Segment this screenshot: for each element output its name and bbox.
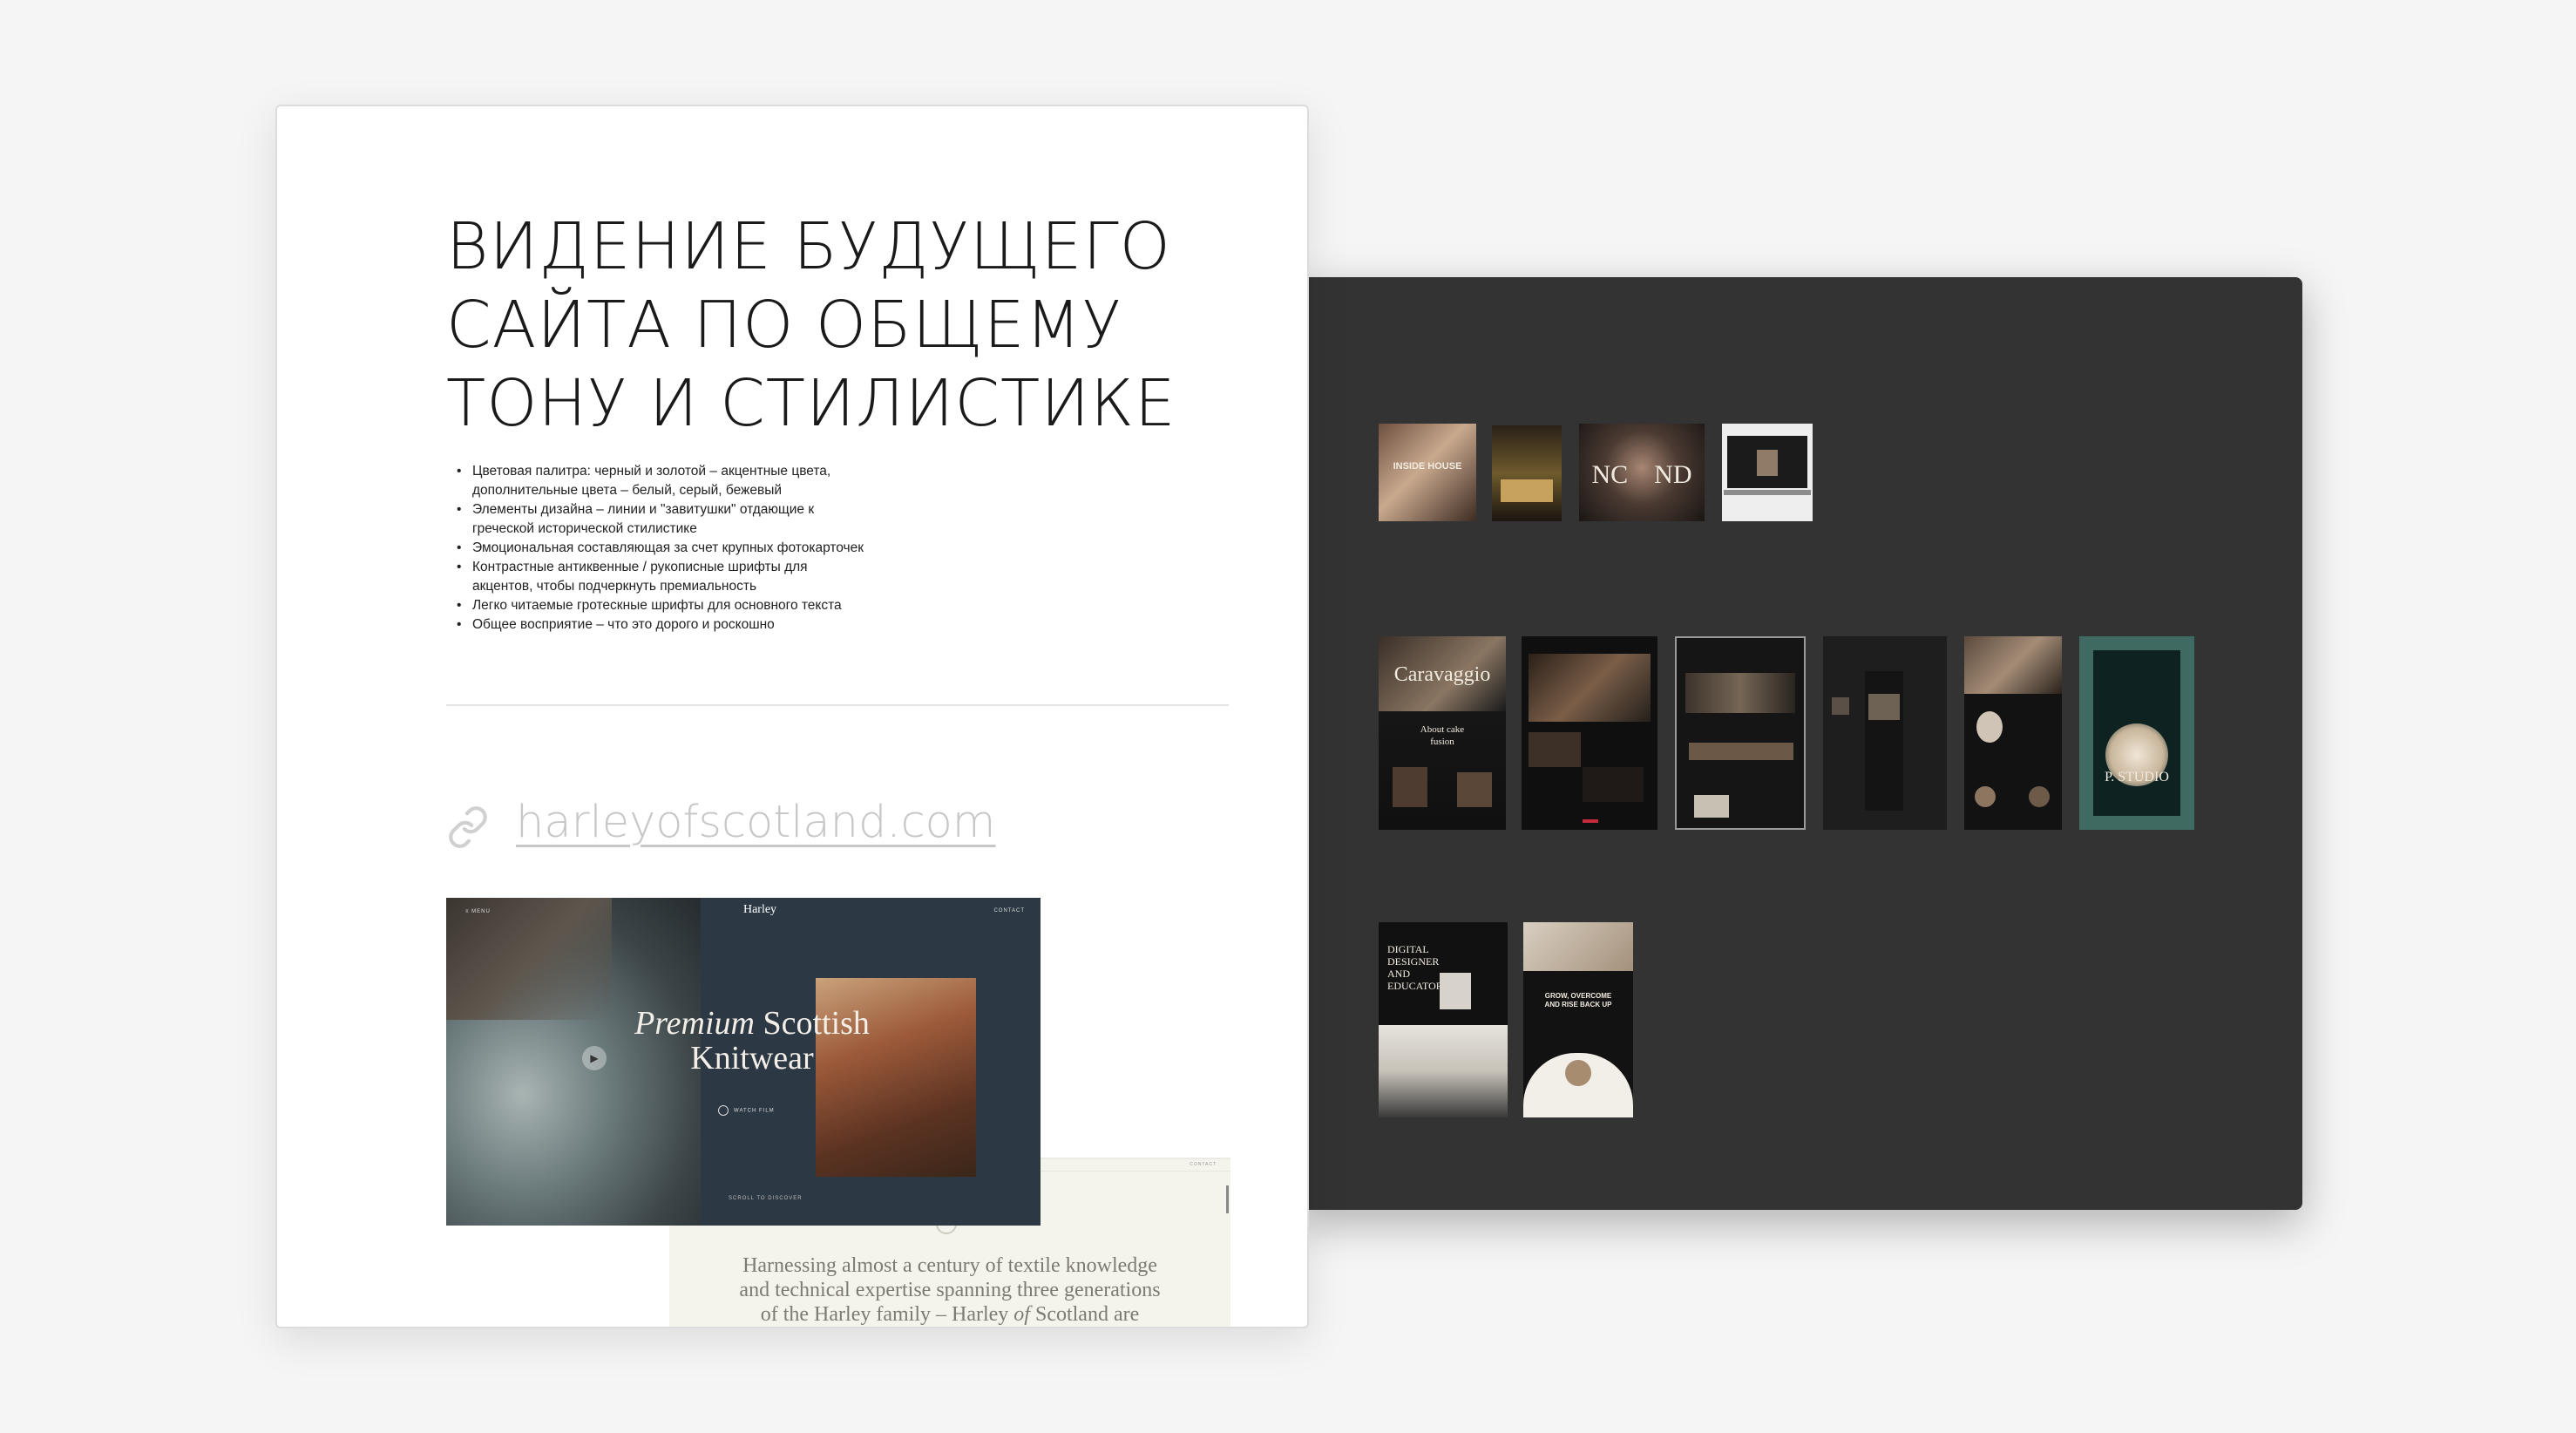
thumb-caption: INSIDE HOUSE — [1393, 461, 1462, 472]
style-guidelines-list: Цветовая палитра: черный и золотой – акц… — [451, 462, 939, 635]
thumb-caption: GROW, OVERCOME AND RISE BACK UP — [1544, 992, 1612, 1009]
document-card: ВИДЕНИЕ БУДУЩЕГО САЙТА ПО ОБЩЕМУ ТОНУ И … — [275, 105, 1309, 1328]
moodboard-thumb-nc-nd[interactable]: NC ND — [1579, 424, 1705, 521]
list-item: Общее восприятие – что это дорого и роск… — [451, 615, 939, 635]
title-line: ТОНУ И СТИЛИСТИКЕ — [446, 366, 1176, 441]
moodboard-panel: INSIDE HOUSE NC ND Caravaggio About cake… — [1298, 277, 2302, 1210]
rock-photo — [446, 898, 612, 1020]
title-line: САЙТА ПО ОБЩЕМУ — [446, 288, 1122, 363]
list-item: Контрастные антиквенные / рукописные шри… — [451, 558, 939, 577]
page-title: ВИДЕНИЕ БУДУЩЕГО САЙТА ПО ОБЩЕМУ ТОНУ И … — [446, 207, 1230, 443]
moodboard-thumb-dark-site-4[interactable] — [1964, 636, 2062, 830]
scrollbar — [1226, 1185, 1229, 1213]
reference-site-link[interactable]: harleyofscotland.com — [516, 797, 996, 848]
watch-film: WATCH FILM — [718, 1105, 775, 1116]
watch-label: WATCH FILM — [734, 1108, 775, 1114]
headline-line2: Knitwear — [690, 1040, 814, 1076]
list-item: Эмоциональная составляющая за счет крупн… — [451, 539, 939, 558]
headline-italic: Premium — [634, 1005, 755, 1042]
thumb-caption: P. STUDIO — [2105, 770, 2169, 784]
scroll-label: SCROLL TO DISCOVER — [729, 1196, 803, 1201]
moodboard-thumb-caravaggio[interactable]: Caravaggio About cake fusion — [1379, 636, 1506, 830]
moodboard-thumb-inside-house[interactable]: INSIDE HOUSE — [1379, 424, 1476, 521]
contact-label: CONTACT — [993, 908, 1025, 913]
list-item-continuation: греческой исторической стилистике — [472, 521, 697, 536]
contact-label: CONTACT — [1190, 1162, 1217, 1167]
menu-label: ≡ MENU — [465, 909, 491, 914]
about-text: Harnessing almost a century of textile k… — [704, 1253, 1196, 1327]
brand-logo: Harley — [742, 903, 777, 916]
about-italic: of — [1013, 1303, 1030, 1326]
thumb-caption: Caravaggio — [1393, 663, 1491, 686]
moodboard-thumb-dark-site-1[interactable] — [1522, 636, 1657, 830]
moodboard-thumb-rabbit[interactable] — [1492, 425, 1562, 521]
about-line: Harnessing almost a century of textile k… — [742, 1254, 1157, 1277]
moodboard-thumb-grow[interactable]: GROW, OVERCOME AND RISE BACK UP — [1523, 922, 1633, 1117]
thumb-caption: About cake fusion — [1420, 724, 1465, 747]
list-item-continuation: акцентов, чтобы подчеркнуть премиальност… — [472, 579, 757, 594]
list-item: Легко читаемые гротескные шрифты для осн… — [451, 596, 939, 615]
about-line: and technical expertise spanning three g… — [739, 1279, 1161, 1301]
list-item: Цветовая палитра: черный и золотой – акц… — [451, 462, 939, 481]
reference-site-hero-screenshot: ≡ MENU Harley CONTACT ▶ Premium Scottish… — [446, 898, 1041, 1226]
moodboard-thumb-digital-designer[interactable]: DIGITAL DESIGNER AND EDUCATOR — [1379, 922, 1508, 1117]
list-item-continuation: дополнительные цвета – белый, серый, беж… — [472, 483, 783, 498]
about-line: Scotland are — [1034, 1303, 1140, 1326]
thumb-caption: NC ND — [1591, 460, 1692, 489]
hero-headline: Premium Scottish Knitwear — [608, 1006, 896, 1076]
moodboard-thumb-dark-site-2[interactable] — [1675, 636, 1806, 830]
divider — [446, 704, 1229, 706]
moodboard-thumb-teal-studio[interactable]: P. STUDIO — [2079, 636, 2194, 830]
headline-word: Scottish — [763, 1005, 870, 1042]
play-icon: ▶ — [582, 1046, 607, 1070]
play-circle-icon — [718, 1105, 729, 1116]
moodboard-thumb-dark-site-3[interactable] — [1823, 636, 1947, 830]
about-line: of the Harley family – Harley — [760, 1303, 1009, 1326]
title-line: ВИДЕНИЕ БУДУЩЕГО — [446, 209, 1171, 284]
list-item: Элементы дизайна – линии и "завитушки" о… — [451, 500, 939, 520]
moodboard-thumb-laptop[interactable] — [1722, 424, 1813, 521]
link-icon — [449, 806, 487, 848]
